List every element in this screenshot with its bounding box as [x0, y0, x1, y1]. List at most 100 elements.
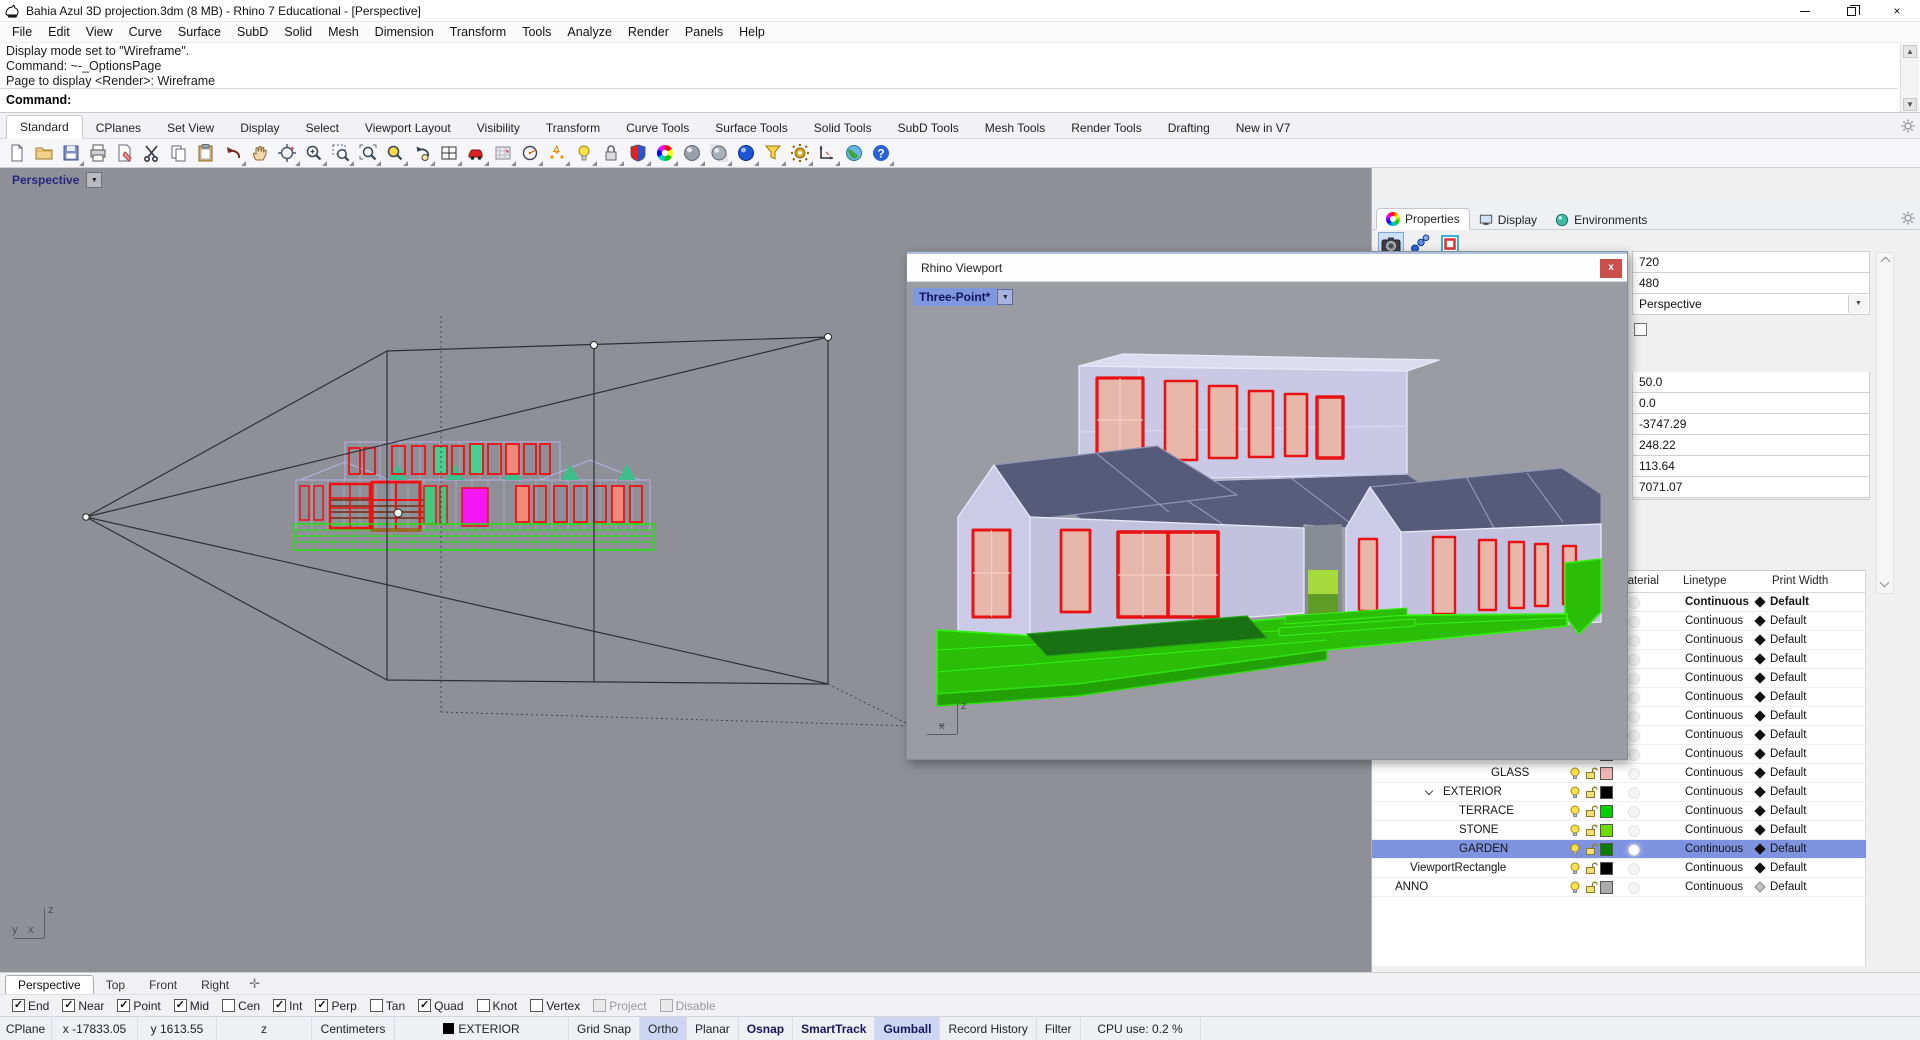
menu-tools[interactable]: Tools: [514, 23, 559, 41]
panel-tab-display[interactable]: Display: [1470, 210, 1546, 230]
floating-window-titlebar[interactable]: Rhino Viewport x: [907, 252, 1627, 282]
print-icon[interactable]: [88, 143, 109, 164]
toolbar-tab-display[interactable]: Display: [227, 117, 292, 139]
expand-chevron-icon[interactable]: [1425, 787, 1433, 795]
status-planar[interactable]: Planar: [687, 1017, 739, 1040]
rhino-viewport-window[interactable]: Rhino Viewport x: [906, 251, 1628, 760]
status-osnap[interactable]: Osnap: [739, 1017, 793, 1040]
status-exterior[interactable]: EXTERIOR: [395, 1017, 569, 1040]
camera-value-field[interactable]: 248.22: [1632, 434, 1870, 456]
toolbar-tab-mesh-tools[interactable]: Mesh Tools: [972, 117, 1058, 139]
checkbox-icon[interactable]: ✓: [273, 999, 286, 1012]
layer-print-width[interactable]: Default: [1770, 691, 1806, 703]
layer-linetype[interactable]: Continuous: [1685, 786, 1743, 798]
status-cplane[interactable]: CPlane: [0, 1017, 52, 1040]
layer-linetype[interactable]: Continuous: [1685, 729, 1743, 741]
layer-row-terrace[interactable]: TERRACEContinuousDefault: [1372, 802, 1866, 821]
menu-surface[interactable]: Surface: [170, 23, 229, 41]
toolbar-gear-icon[interactable]: [1900, 118, 1916, 134]
toolbar-tab-surface-tools[interactable]: Surface Tools: [702, 117, 801, 139]
layer-linetype[interactable]: Continuous: [1685, 748, 1743, 760]
height-field[interactable]: 480: [1632, 272, 1870, 294]
checkbox-icon[interactable]: ✓: [117, 999, 130, 1012]
layer-linetype[interactable]: Continuous: [1685, 672, 1743, 684]
status-z[interactable]: z: [217, 1017, 312, 1040]
menu-analyze[interactable]: Analyze: [559, 23, 619, 41]
menu-subd[interactable]: SubD: [229, 23, 276, 41]
layer-material-dot[interactable]: [1628, 825, 1640, 837]
viewport-tab-top[interactable]: Top: [94, 976, 137, 994]
osnap-end[interactable]: ✓End: [12, 999, 49, 1013]
layer-visibility-bulb-icon[interactable]: [1568, 823, 1582, 837]
osnap-knot[interactable]: ✓Knot: [477, 999, 518, 1013]
paste-icon[interactable]: [196, 143, 217, 164]
layer-visibility-bulb-icon[interactable]: [1568, 804, 1582, 818]
layer-row-exterior[interactable]: EXTERIORContinuousDefault: [1372, 783, 1866, 802]
locked-checkbox[interactable]: [1634, 323, 1647, 336]
layer-linetype[interactable]: Continuous: [1685, 653, 1743, 665]
layer-lock-icon[interactable]: [1584, 861, 1598, 875]
toolbar-tab-cplanes[interactable]: CPlanes: [83, 117, 154, 139]
undo-view-icon[interactable]: [412, 143, 433, 164]
checkbox-icon[interactable]: ✓: [477, 999, 490, 1012]
menu-panels[interactable]: Panels: [677, 23, 731, 41]
floating-window-close-button[interactable]: x: [1600, 259, 1622, 278]
command-scrollbar[interactable]: ▲ ▼: [1900, 44, 1919, 112]
layer-material-dot[interactable]: [1628, 844, 1640, 856]
layer-linetype[interactable]: Continuous: [1685, 596, 1749, 608]
osnap-mid[interactable]: ✓Mid: [174, 999, 209, 1013]
menu-file[interactable]: File: [4, 23, 40, 41]
command-history[interactable]: Display mode set to "Wireframe".Command:…: [0, 43, 1898, 89]
menu-render[interactable]: Render: [620, 23, 677, 41]
layer-linetype[interactable]: Continuous: [1685, 767, 1743, 779]
status-record-history[interactable]: Record History: [940, 1017, 1036, 1040]
menu-solid[interactable]: Solid: [276, 23, 320, 41]
status-centimeters[interactable]: Centimeters: [312, 1017, 395, 1040]
viewport-tab-right[interactable]: Right: [189, 976, 241, 994]
camera-value-field[interactable]: 113.64: [1632, 455, 1870, 477]
menu-mesh[interactable]: Mesh: [320, 23, 367, 41]
panel-tab-properties[interactable]: Properties: [1376, 208, 1470, 230]
layer-print-width[interactable]: Default: [1770, 824, 1806, 836]
checkbox-icon[interactable]: ✓: [530, 999, 543, 1012]
checkbox-icon[interactable]: ✓: [418, 999, 431, 1012]
layer-linetype[interactable]: Continuous: [1685, 824, 1743, 836]
view-name-label[interactable]: Three-Point*: [913, 288, 996, 306]
checkbox-icon[interactable]: ✓: [315, 999, 328, 1012]
new-viewport-icon[interactable]: ✛: [241, 976, 268, 994]
status-x-17833-05[interactable]: x -17833.05: [52, 1017, 138, 1040]
menu-view[interactable]: View: [78, 23, 121, 41]
layer-print-width[interactable]: Default: [1770, 729, 1806, 741]
viewport-title-dropdown-icon[interactable]: ▼: [86, 172, 102, 188]
layer-material-dot[interactable]: [1628, 654, 1640, 666]
layer-row-stone[interactable]: STONEContinuousDefault: [1372, 821, 1866, 840]
close-button[interactable]: ×: [1874, 0, 1920, 22]
layer-print-width[interactable]: Default: [1770, 634, 1806, 646]
toolbar-tab-visibility[interactable]: Visibility: [464, 117, 533, 139]
toolbar-tab-render-tools[interactable]: Render Tools: [1058, 117, 1155, 139]
copy-icon[interactable]: [169, 143, 190, 164]
projection-select[interactable]: Perspective▼: [1632, 293, 1870, 315]
zoom-selected-icon[interactable]: [385, 143, 406, 164]
toolbar-tab-standard[interactable]: Standard: [6, 115, 83, 139]
layer-print-width[interactable]: Default: [1770, 672, 1806, 684]
zoom-extents-icon[interactable]: [358, 143, 379, 164]
rotate-view-icon[interactable]: [277, 143, 298, 164]
viewport-title[interactable]: Perspective: [6, 171, 85, 189]
osnap-vertex[interactable]: ✓Vertex: [530, 999, 580, 1013]
layer-linetype[interactable]: Continuous: [1685, 615, 1743, 627]
layer-lock-icon[interactable]: [1584, 785, 1598, 799]
layer-lock-icon[interactable]: [1584, 880, 1598, 894]
layer-linetype[interactable]: Continuous: [1685, 691, 1743, 703]
layer-linetype[interactable]: Continuous: [1685, 805, 1743, 817]
layer-color-swatch[interactable]: [1600, 805, 1613, 818]
layer-material-dot[interactable]: [1628, 730, 1640, 742]
toolbar-tab-set-view[interactable]: Set View: [154, 117, 227, 139]
osnap-near[interactable]: ✓Near: [62, 999, 104, 1013]
column-print-width[interactable]: Print Width: [1772, 575, 1828, 587]
layer-lock-icon[interactable]: [1584, 823, 1598, 837]
camera-value-field[interactable]: 0.0: [1632, 392, 1870, 414]
undo-icon[interactable]: [223, 143, 244, 164]
status-cpu-use-0-2[interactable]: CPU use: 0.2 %: [1081, 1017, 1201, 1040]
layer-print-width[interactable]: Default: [1770, 653, 1806, 665]
